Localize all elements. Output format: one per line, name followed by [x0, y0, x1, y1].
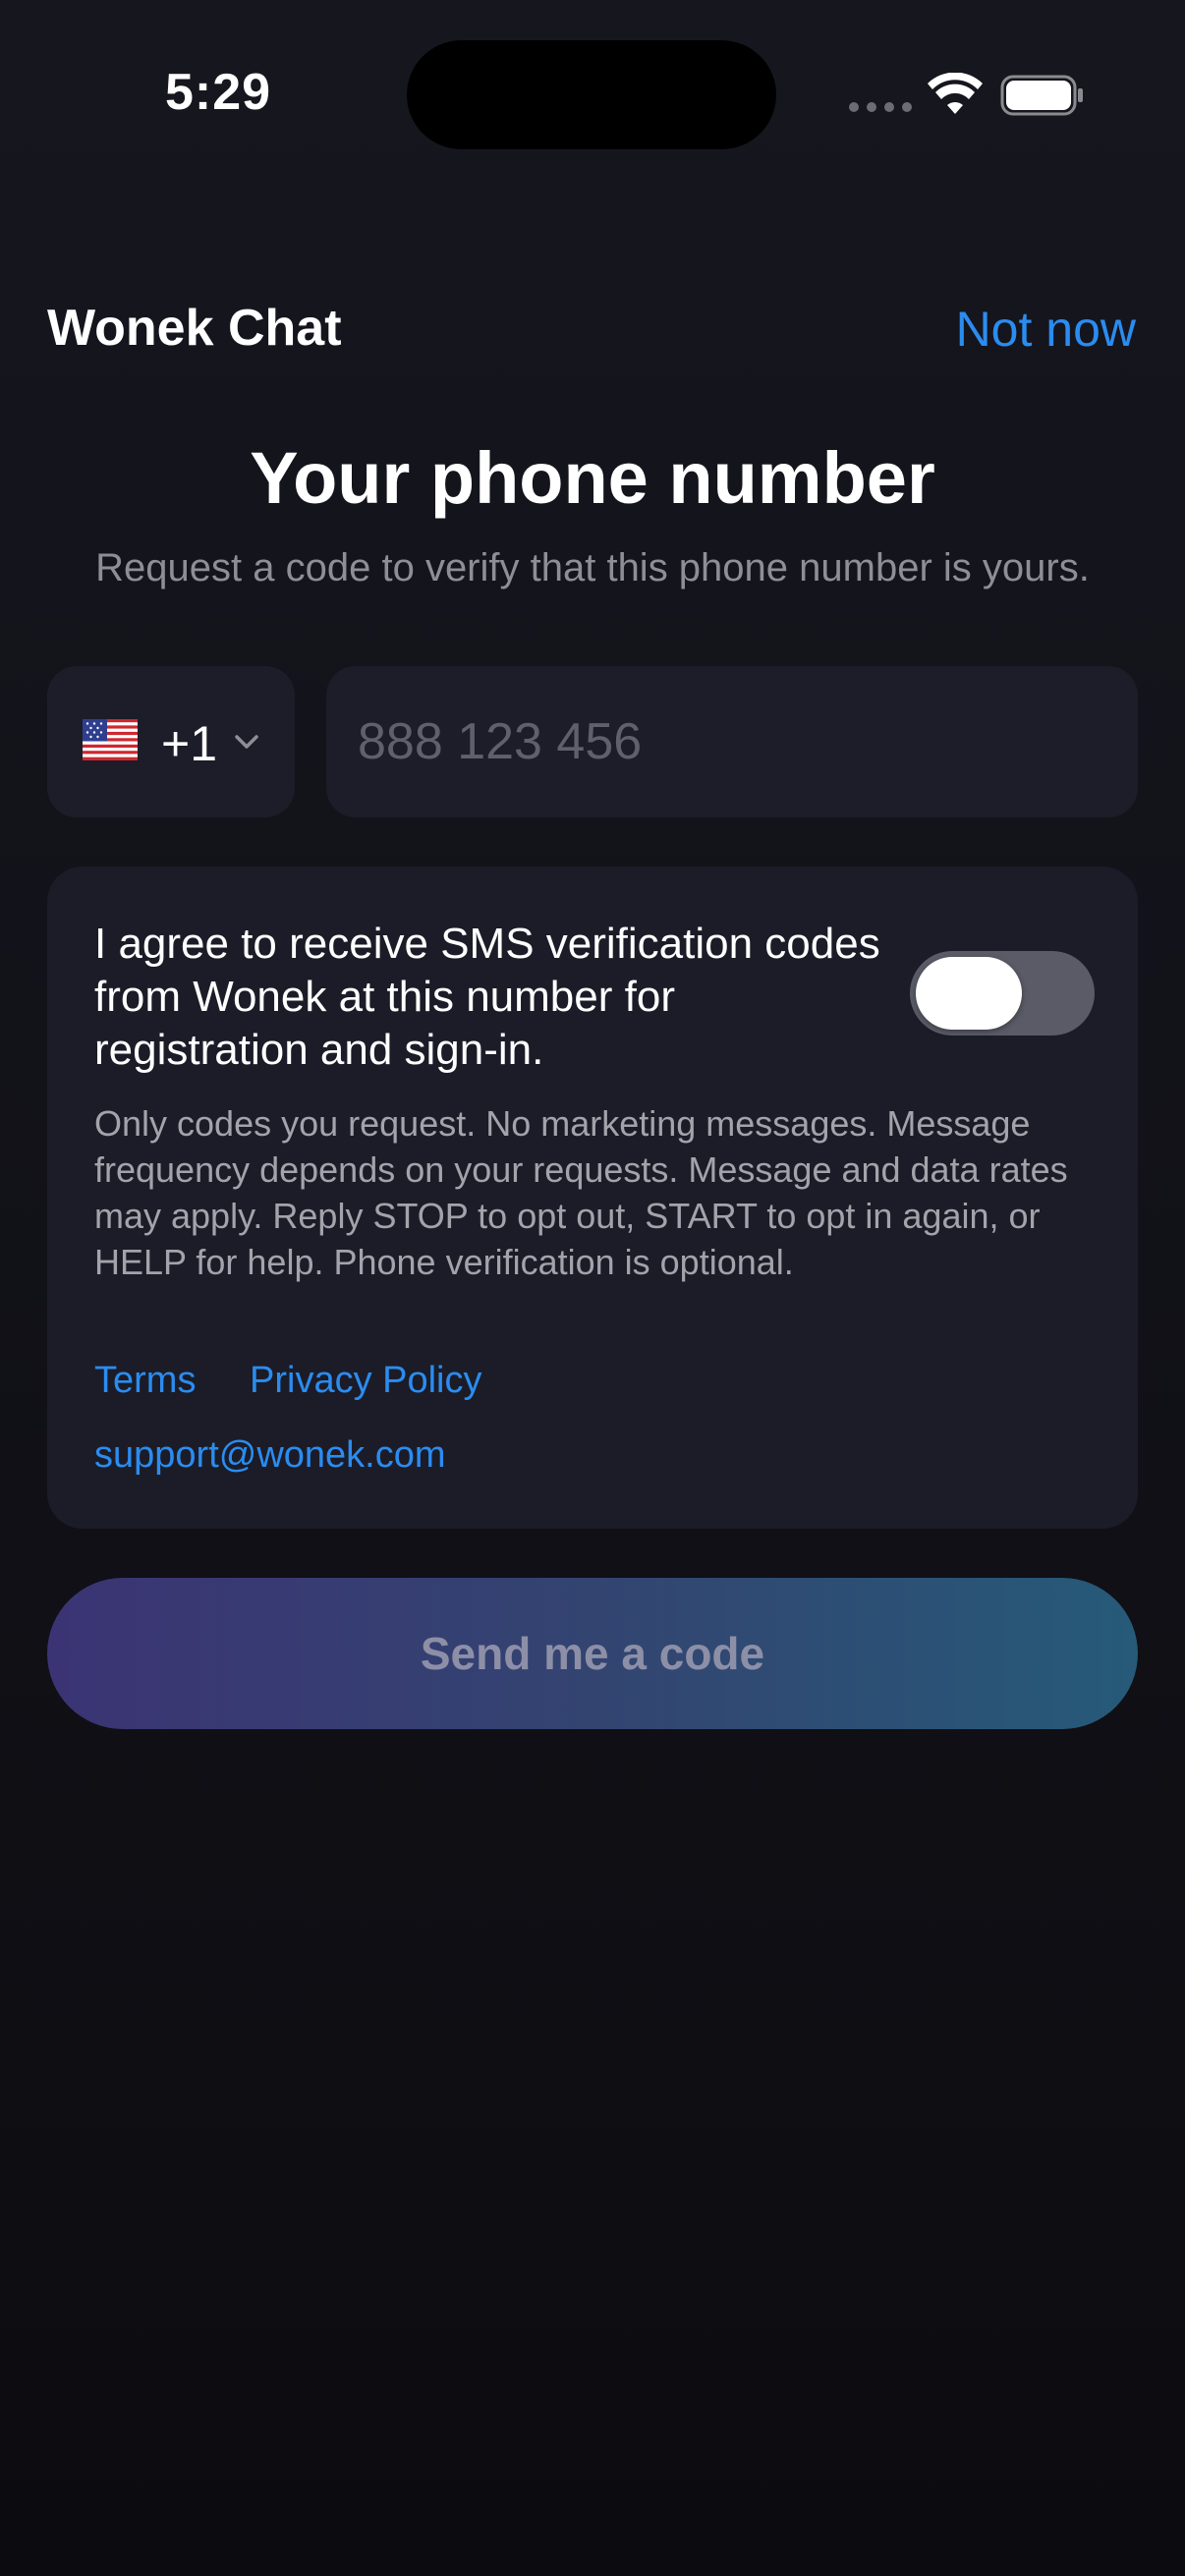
- dynamic-island: [407, 40, 776, 149]
- app-title: Wonek Chat: [47, 300, 342, 357]
- send-code-button[interactable]: Send me a code: [47, 1578, 1138, 1729]
- support-email-link[interactable]: support@wonek.com: [94, 1434, 446, 1477]
- sms-consent-text: I agree to receive SMS verification code…: [94, 920, 880, 1074]
- toggle-knob: [916, 957, 1022, 1030]
- privacy-policy-link[interactable]: Privacy Policy: [250, 1360, 482, 1402]
- page-subtitle: Request a code to verify that this phone…: [95, 546, 1090, 589]
- page-title: Your phone number: [250, 437, 935, 519]
- chevron-down-icon: [235, 735, 258, 749]
- sms-consent-details: Only codes you request. No marketing mes…: [94, 1103, 1068, 1282]
- wifi-icon: [928, 73, 983, 114]
- sms-consent-toggle[interactable]: [910, 951, 1095, 1036]
- dial-code: +1: [161, 716, 218, 771]
- send-code-label: Send me a code: [420, 1628, 765, 1679]
- country-code-selector[interactable]: +1: [47, 666, 295, 817]
- terms-link[interactable]: Terms: [94, 1360, 196, 1402]
- not-now-button[interactable]: Not now: [956, 301, 1136, 358]
- status-time: 5:29: [165, 64, 272, 121]
- phone-number-input[interactable]: [326, 666, 1138, 817]
- battery-icon: [1000, 75, 1083, 116]
- status-bar: 5:29: [0, 0, 1185, 187]
- sms-consent-card: I agree to receive SMS verification code…: [47, 867, 1138, 1529]
- cellular-signal-icon: [849, 102, 912, 112]
- us-flag-icon: [83, 719, 138, 760]
